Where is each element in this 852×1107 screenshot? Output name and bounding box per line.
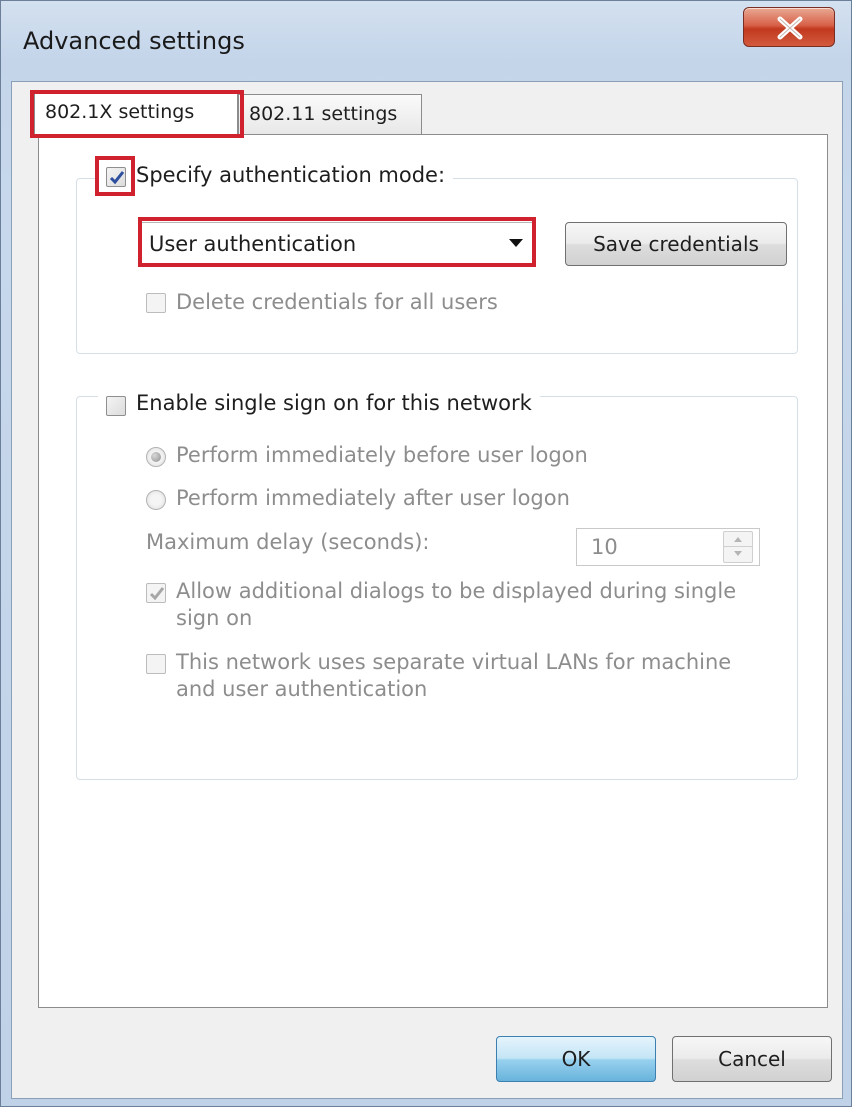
- enable-sso-label: Enable single sign on for this network: [136, 391, 532, 415]
- separate-vlans-checkbox[interactable]: [146, 654, 166, 674]
- delete-credentials-checkbox[interactable]: [146, 293, 166, 313]
- allow-dialogs-checkbox[interactable]: [146, 583, 166, 603]
- perform-after-label: Perform immediately after user logon: [176, 486, 570, 510]
- perform-after-radio[interactable]: [146, 490, 166, 510]
- max-delay-label: Maximum delay (seconds):: [146, 530, 430, 554]
- delete-credentials-label: Delete credentials for all users: [176, 290, 498, 314]
- ok-button[interactable]: OK: [496, 1036, 656, 1082]
- window-title: Advanced settings: [23, 27, 245, 55]
- highlight-dropdown: [138, 217, 536, 267]
- save-credentials-button[interactable]: Save credentials: [565, 222, 787, 266]
- enable-sso-checkbox[interactable]: [106, 396, 126, 416]
- tab-80211-settings[interactable]: 802.11 settings: [238, 94, 422, 134]
- allow-dialogs-label-line2: sign on: [176, 606, 253, 630]
- tab-label: 802.11 settings: [249, 103, 398, 125]
- arrow-up-icon: [734, 537, 742, 542]
- specify-auth-mode-label: Specify authentication mode:: [136, 163, 446, 187]
- arrow-down-icon: [734, 551, 742, 556]
- highlight-tab: [30, 90, 244, 138]
- highlight-checkbox: [95, 156, 135, 196]
- checkmark-icon: [149, 587, 165, 601]
- allow-dialogs-label-line1: Allow additional dialogs to be displayed…: [176, 579, 737, 603]
- sso-legend: Enable single sign on for this network: [98, 391, 540, 415]
- cancel-button[interactable]: Cancel: [672, 1036, 832, 1082]
- separate-vlans-label-line1: This network uses separate virtual LANs …: [176, 650, 732, 674]
- title-bar[interactable]: Advanced settings: [1, 1, 852, 89]
- perform-before-label: Perform immediately before user logon: [176, 443, 588, 467]
- max-delay-spinner[interactable]: 10: [576, 528, 760, 566]
- auth-mode-legend: Specify authentication mode:: [98, 163, 454, 187]
- close-button[interactable]: [743, 7, 835, 47]
- separate-vlans-label-line2: and user authentication: [176, 677, 428, 701]
- perform-before-radio[interactable]: [146, 447, 166, 467]
- spin-down-button[interactable]: [723, 546, 753, 563]
- max-delay-value: 10: [591, 535, 618, 559]
